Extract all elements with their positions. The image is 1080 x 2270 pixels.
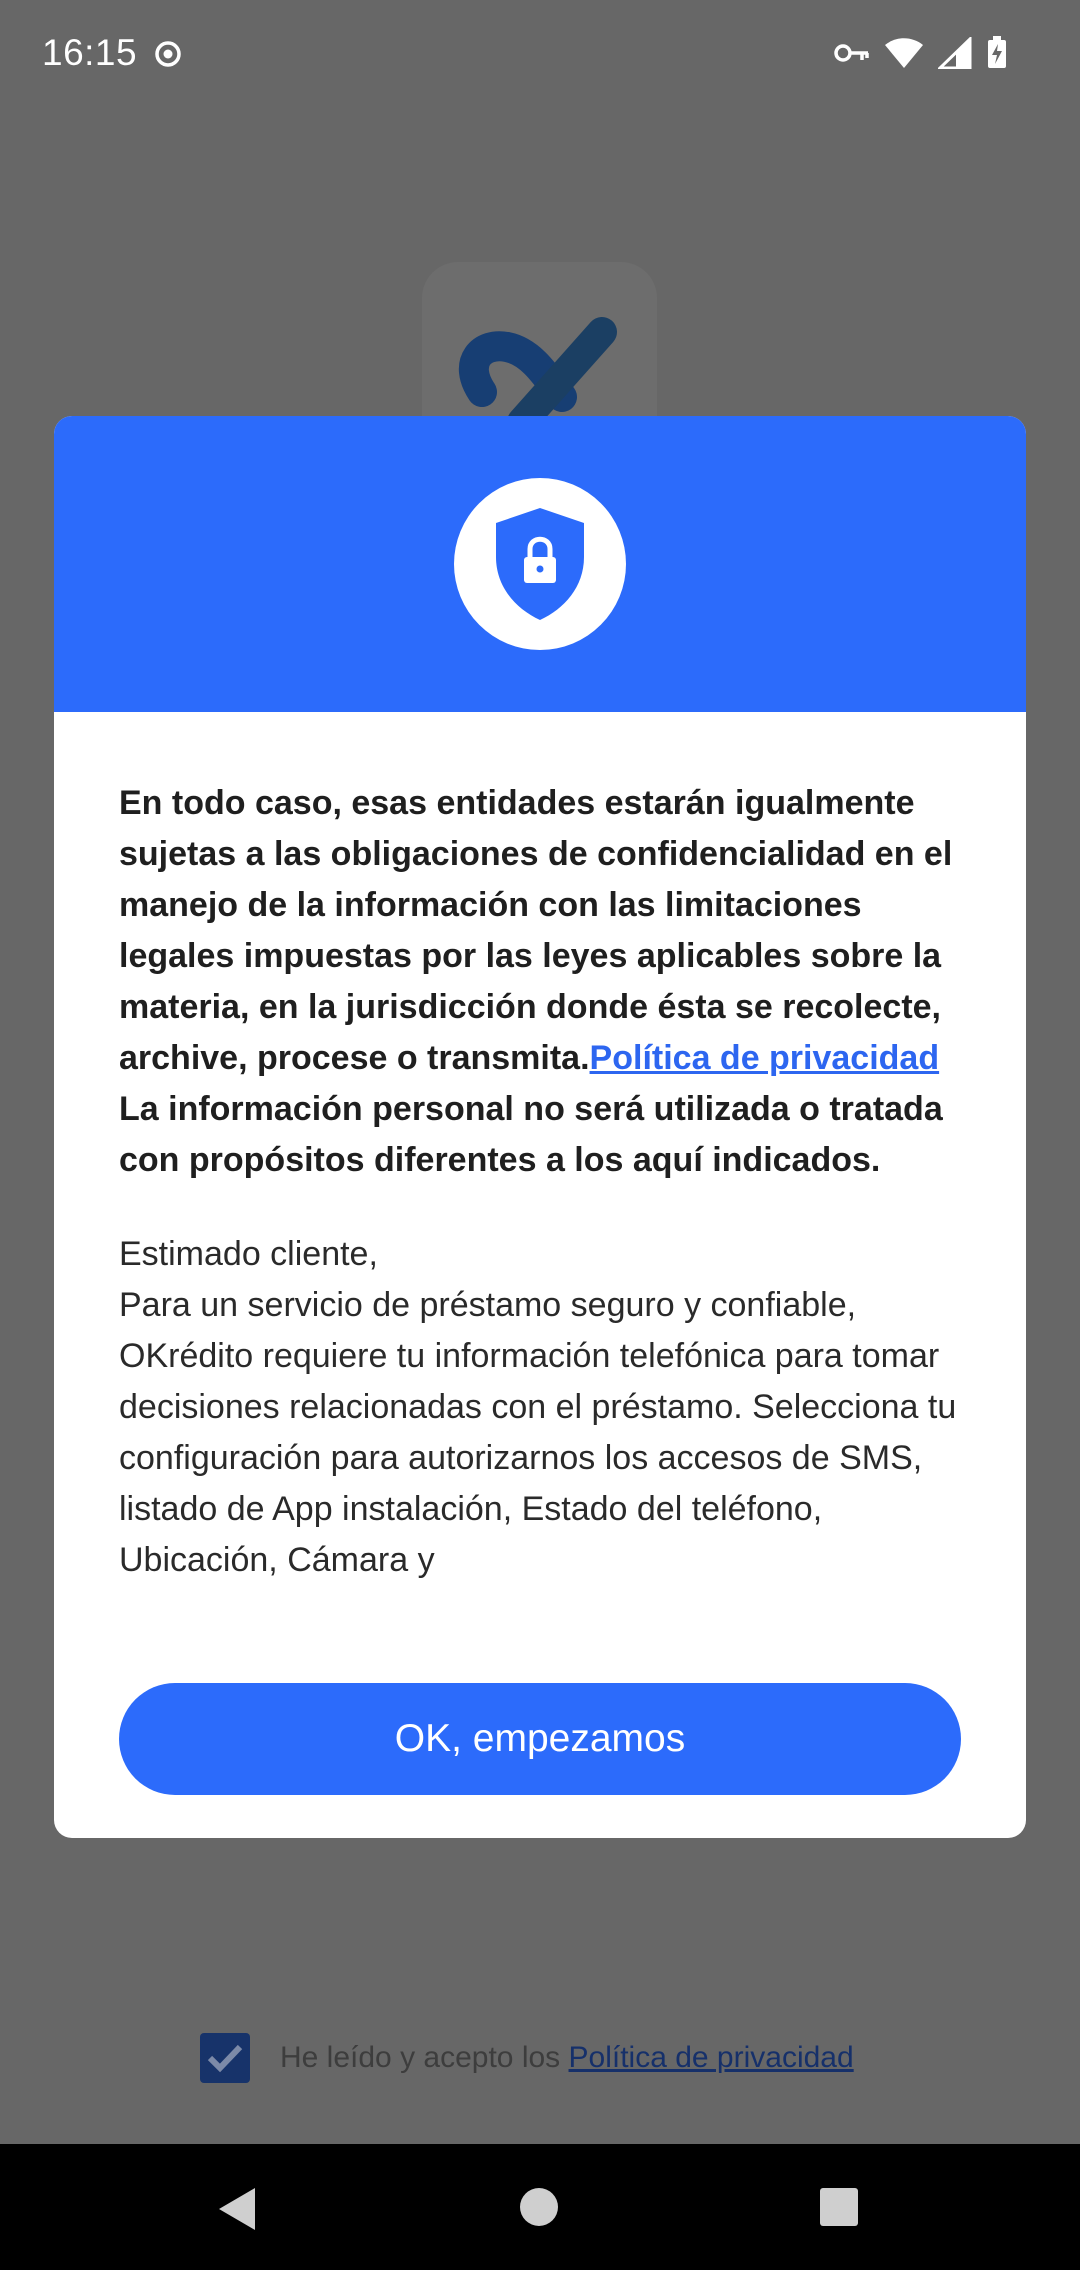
record-dot-icon — [155, 41, 181, 67]
status-icons — [834, 36, 1008, 70]
dialog-scroll-content[interactable]: En todo caso, esas entidades estarán igu… — [119, 778, 969, 1658]
dialog-header — [54, 416, 1026, 712]
privacy-policy-link[interactable]: Política de privacidad — [590, 1039, 940, 1077]
checkmark-icon — [207, 2044, 243, 2073]
wifi-icon — [885, 38, 923, 68]
consent-row[interactable]: He leído y acepto los Política de privac… — [200, 2030, 854, 2086]
vpn-key-icon — [834, 44, 869, 62]
back-icon[interactable] — [215, 2184, 259, 2234]
consent-text: He leído y acepto los — [280, 2041, 569, 2074]
home-icon[interactable] — [518, 2186, 560, 2228]
permissions-paragraph: Estimado cliente, Para un servicio de pré… — [119, 1229, 969, 1586]
permissions-text: Para un servicio de préstamo seguro y co… — [119, 1286, 957, 1579]
recent-apps-icon[interactable] — [818, 2186, 860, 2228]
consent-privacy-link[interactable]: Política de privacidad — [569, 2041, 854, 2074]
shield-lock-icon — [496, 508, 584, 620]
usage-text: La información personal no será utilizad… — [119, 1090, 943, 1179]
confidentiality-text: En todo caso, esas entidades estarán igu… — [119, 784, 953, 1077]
consent-label: He leído y acepto los Política de privac… — [280, 2041, 854, 2075]
cell-signal-icon — [938, 37, 972, 69]
permission-dialog: En todo caso, esas entidades estarán igu… — [54, 416, 1026, 1838]
status-bar: 16:15 — [0, 0, 1080, 110]
navigation-bar — [0, 2144, 1080, 2270]
confidentiality-paragraph: En todo caso, esas entidades estarán igu… — [119, 778, 969, 1186]
battery-charging-icon — [988, 36, 1006, 68]
ok-start-button[interactable]: OK, empezamos — [119, 1683, 961, 1795]
shield-badge — [454, 478, 626, 650]
consent-checkbox[interactable] — [200, 2033, 250, 2083]
status-time: 16:15 — [42, 32, 138, 73]
greeting-text: Estimado cliente, — [119, 1235, 378, 1273]
